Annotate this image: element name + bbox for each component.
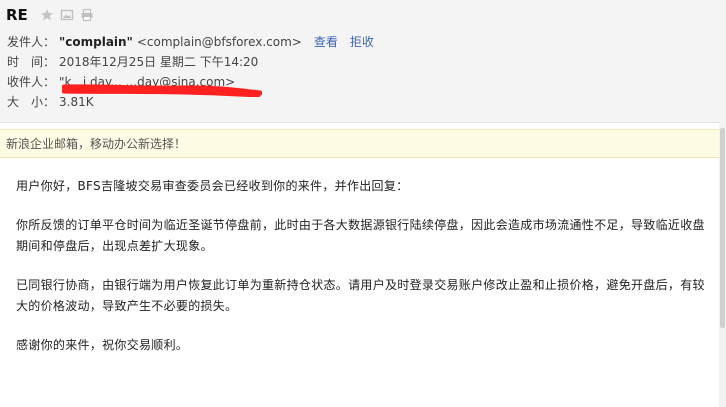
time-row: 时 间： 2018年12月25日 星期二 下午14:20 — [7, 54, 258, 70]
sender-name: "complain" — [59, 35, 133, 49]
promo-banner[interactable]: 新浪企业邮箱，移动办公新选择！ — [0, 129, 720, 158]
size-row: 大 小： 3.81K — [7, 94, 94, 110]
from-label: 发件人： — [7, 35, 56, 49]
body-paragraph: 用户你好，BFS吉隆坡交易审查委员会已经收到你的来件，并作出回复： — [16, 179, 409, 193]
mail-body: 用户你好，BFS吉隆坡交易审查委员会已经收到你的来件，并作出回复： 你所反馈的订… — [16, 176, 706, 374]
mail-subject: RE — [6, 6, 28, 24]
to-row: 收件人： "k...i.day... ...day@sina.com> — [7, 74, 235, 90]
star-icon[interactable] — [40, 8, 54, 22]
mail-header: RE 发件人： "complain" <complain@bfsforex.co… — [0, 0, 726, 123]
time-value: 2018年12月25日 星期二 下午14:20 — [59, 55, 259, 69]
time-label: 时 间： — [7, 55, 56, 69]
body-paragraph: 已同银行协商，由银行端为用户恢复此订单为重新持仓状态。请用户及时登录交易账户修改… — [16, 278, 705, 313]
body-paragraph: 感谢你的来件，祝你交易顺利。 — [16, 338, 189, 352]
recipient-value: "k...i.day... ...day@sina.com> — [59, 75, 236, 89]
image-icon[interactable] — [60, 8, 74, 22]
size-value: 3.81K — [59, 95, 94, 109]
scrollbar-thumb[interactable] — [720, 128, 725, 328]
subject-row: RE — [6, 5, 100, 25]
reject-sender-link[interactable]: 拒收 — [350, 34, 374, 50]
body-paragraph: 你所反馈的订单平仓时间为临近圣诞节停盘前，此时由于各大数据源银行陆续停盘，因此会… — [16, 218, 705, 253]
sender-email: <complain@bfsforex.com> — [136, 35, 302, 49]
print-icon[interactable] — [80, 8, 94, 22]
view-sender-link[interactable]: 查看 — [314, 34, 338, 50]
size-label: 大 小： — [7, 95, 56, 109]
from-row: 发件人： "complain" <complain@bfsforex.com> … — [7, 34, 374, 50]
to-label: 收件人： — [7, 75, 56, 89]
